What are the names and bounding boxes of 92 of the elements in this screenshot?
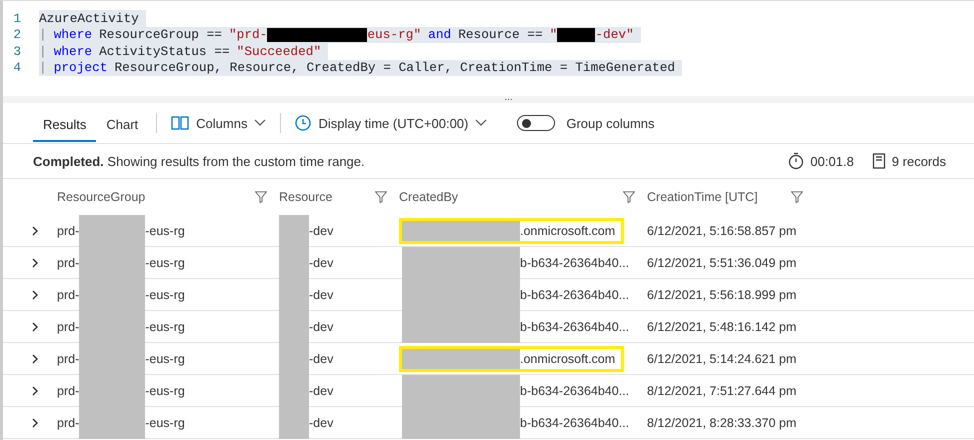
display-time-dropdown[interactable]: Display time (UTC+00:00) [289, 115, 494, 131]
table-cell: prd- [57, 256, 80, 270]
code-text: ResourceGroup == [99, 27, 222, 42]
table-cell: -dev [309, 352, 334, 366]
expand-chevron-icon[interactable] [31, 226, 39, 236]
filter-icon[interactable] [375, 191, 387, 203]
table-cell: 6/12/2021, 5:51:36.049 pm [647, 256, 796, 270]
table-cell: 6/12/2021, 5:48:16.142 pm [647, 320, 796, 334]
column-header[interactable]: CreatedBy [399, 190, 458, 204]
table-cell: -dev [309, 288, 334, 302]
table-cell: 8/12/2021, 8:28:33.370 pm [647, 416, 796, 430]
code-text: AzureActivity [39, 10, 139, 26]
toggle-switch[interactable] [517, 115, 556, 131]
record-count: 9 records [892, 154, 946, 168]
table-cell: b-b634-26364b40... [520, 384, 630, 398]
table-cell: -eus-rg [145, 416, 185, 430]
table-cell: b-b634-26364b40... [520, 256, 630, 270]
code-text: ActivityStatus == [99, 44, 230, 59]
table-cell: prd- [57, 352, 80, 366]
table-cell: b-b634-26364b40... [520, 416, 630, 430]
table-cell: .onmicrosoft.com [520, 224, 616, 238]
table-cell: -eus-rg [145, 224, 185, 238]
code-string: " [550, 27, 558, 42]
table-cell: .onmicrosoft.com [520, 352, 616, 366]
status-message: Completed. Showing results from the custom time range. [33, 154, 365, 168]
table-cell: prd- [57, 320, 80, 334]
column-header[interactable]: ResourceGroup [57, 190, 146, 204]
expand-chevron-icon[interactable] [31, 418, 39, 428]
table-cell: prd- [57, 288, 80, 302]
column-header[interactable]: Resource [279, 190, 332, 204]
code-pipe: | [39, 44, 47, 59]
table-cell: b-b634-26364b40... [520, 320, 630, 334]
table-cell: -eus-rg [145, 256, 185, 270]
table-cell: prd- [57, 224, 80, 238]
redaction-block [79, 407, 146, 439]
stopwatch-icon [788, 152, 804, 170]
code-text: Resource == [458, 27, 543, 42]
code-pipe: | [39, 60, 47, 76]
line-number: 3 [12, 44, 22, 59]
columns-icon [171, 116, 190, 130]
expand-chevron-icon[interactable] [31, 322, 39, 332]
code-keyword: where [54, 44, 92, 59]
code-keyword: and [428, 27, 452, 42]
code-text: ResourceGroup, Resource, CreatedBy = Caller, CreationTime = TimeGenerated [114, 60, 676, 76]
table-cell: -eus-rg [145, 320, 185, 334]
code-string: "Succeeded" [236, 44, 322, 59]
table-cell: -eus-rg [145, 288, 185, 302]
table-cell: prd- [57, 384, 80, 398]
filter-icon[interactable] [791, 191, 803, 203]
chevron-down-icon [254, 119, 266, 127]
table-cell: -dev [309, 256, 334, 270]
tab[interactable]: Results [33, 108, 96, 142]
redaction-block [557, 28, 596, 42]
expand-chevron-icon[interactable] [31, 386, 39, 396]
tab[interactable]: Chart [96, 108, 148, 142]
filter-icon[interactable] [255, 191, 267, 203]
line-number: 1 [12, 10, 22, 26]
clock-icon [295, 115, 312, 131]
chevron-down-icon [475, 119, 488, 127]
expand-chevron-icon[interactable] [31, 258, 39, 268]
table-cell: -dev [309, 320, 334, 334]
line-number: 2 [12, 27, 22, 42]
table-cell: -eus-rg [145, 384, 185, 398]
table-cell: -dev [309, 224, 334, 238]
line-number: 4 [12, 60, 22, 76]
code-keyword: where [54, 27, 92, 42]
redaction-block [79, 215, 146, 247]
document-icon [872, 153, 886, 169]
table-cell: -eus-rg [145, 352, 185, 366]
table-cell: 6/12/2021, 5:56:18.999 pm [647, 288, 796, 302]
table-cell: 6/12/2021, 5:16:58.857 pm [647, 224, 796, 238]
code-keyword: project [54, 60, 108, 76]
table-cell: -dev [309, 416, 334, 430]
table-cell: 6/12/2021, 5:14:24.621 pm [647, 352, 796, 366]
redaction-block [279, 215, 309, 247]
columns-button[interactable]: Columns [165, 116, 272, 130]
code-string: eus-rg" [367, 27, 422, 42]
splitter-handle[interactable]: ... [504, 96, 513, 100]
code-pipe: | [39, 27, 47, 42]
column-header[interactable]: CreationTime [UTC] [647, 190, 758, 204]
table-cell: prd- [57, 416, 80, 430]
filter-icon[interactable] [623, 191, 635, 203]
code-string: -dev" [595, 27, 634, 42]
toggle-label: Group columns [566, 116, 655, 130]
table-cell: b-b634-26364b40... [520, 288, 630, 302]
code-string: "prd- [228, 27, 268, 42]
expand-chevron-icon[interactable] [31, 354, 39, 364]
table-cell: -dev [309, 384, 334, 398]
redaction-block [279, 407, 309, 439]
expand-chevron-icon[interactable] [31, 290, 39, 300]
table-cell: 8/12/2021, 7:51:27.644 pm [647, 384, 796, 398]
duration-text: 00:01.8 [810, 154, 854, 168]
